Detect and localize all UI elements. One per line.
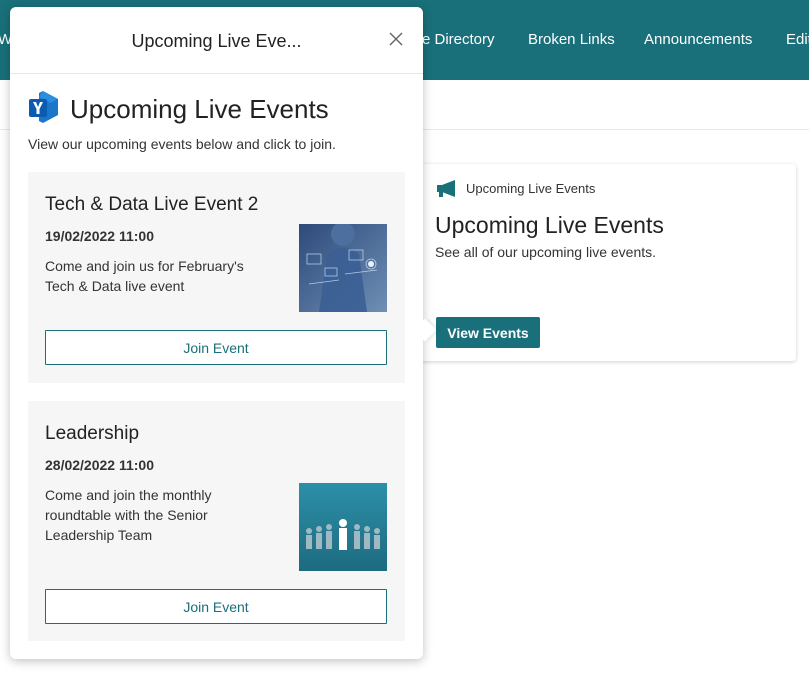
join-event-button[interactable]: Join Event: [45, 330, 387, 365]
webpart-title: Upcoming Live Events: [435, 212, 664, 238]
view-events-button[interactable]: View Events: [436, 317, 540, 348]
webpart-eyebrow: Upcoming Live Events: [466, 181, 596, 196]
nav-item-announcements[interactable]: Announcements: [644, 31, 752, 48]
nav-item-broken-links[interactable]: Broken Links: [528, 31, 615, 48]
event-thumbnail: [299, 483, 387, 571]
nav-item-directory[interactable]: e Directory: [422, 31, 495, 48]
event-date: 19/02/2022 11:00: [45, 228, 154, 244]
event-date: 28/02/2022 11:00: [45, 457, 154, 473]
event-description: Come and join the monthly roundtable wit…: [45, 487, 212, 543]
panel-header-title: Upcoming Live Eve...: [131, 31, 302, 51]
event-card: Tech & Data Live Event 2 19/02/2022 11:0…: [28, 172, 405, 383]
close-icon[interactable]: [386, 29, 406, 49]
event-card: Leadership 28/02/2022 11:00 Come and joi…: [28, 401, 405, 641]
events-panel: Upcoming Live Eve... Upcoming Live Event…: [10, 7, 423, 659]
megaphone-icon: [437, 180, 455, 197]
webpart-description: See all of our upcoming live events.: [435, 244, 657, 260]
join-event-button[interactable]: Join Event: [45, 589, 387, 624]
panel-intro: View our upcoming events below and click…: [28, 136, 336, 152]
event-thumbnail: [299, 224, 387, 312]
event-description: Come and join us for February's Tech & D…: [45, 258, 244, 294]
nav-item-edit[interactable]: Edit: [786, 31, 809, 48]
event-title: Leadership: [45, 423, 140, 444]
live-events-webpart: Upcoming Live Events Upcoming Live Event…: [410, 164, 796, 361]
panel-main-title: Upcoming Live Events: [70, 94, 329, 124]
panel-header: Upcoming Live Eve...: [10, 7, 423, 74]
yammer-icon: [29, 91, 58, 123]
event-title: Tech & Data Live Event 2: [45, 194, 259, 215]
